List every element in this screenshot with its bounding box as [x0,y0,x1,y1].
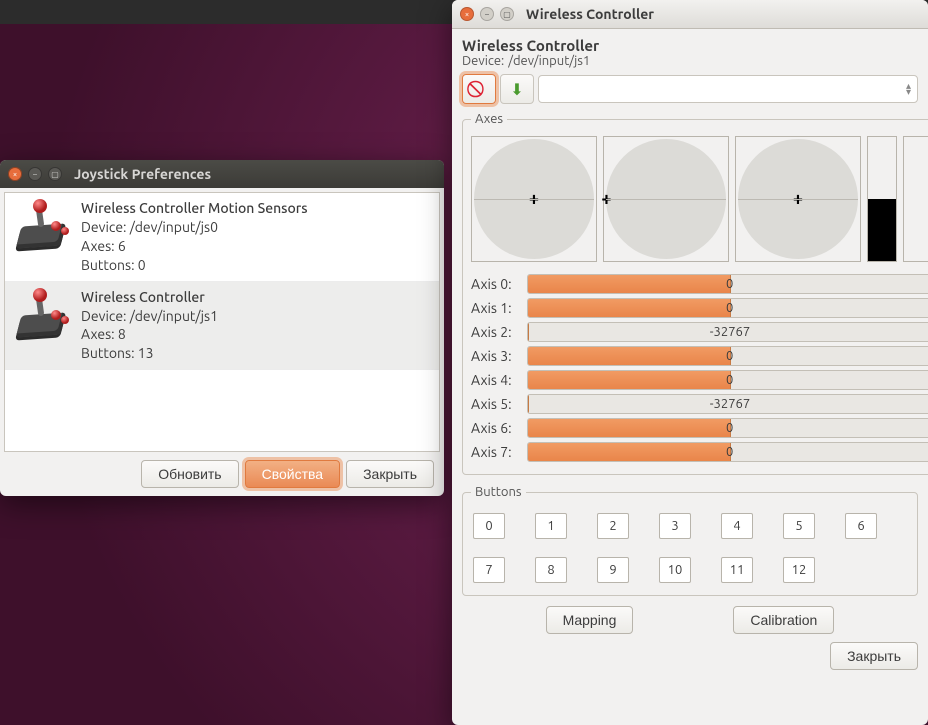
device-buttons: Buttons: 13 [81,344,218,363]
close-button[interactable]: Закрыть [830,642,918,670]
device-path: Device: /dev/input/js1 [81,307,218,326]
close-icon[interactable]: × [460,7,474,21]
window-title: Wireless Controller [526,6,654,22]
save-icon: ⬇ [510,80,523,99]
page-heading: Wireless Controller [462,37,918,54]
crosshair-icon: + [793,189,803,209]
axis-row: Axis 0: 0 [471,274,928,294]
trigger-bar [903,136,928,262]
axis-value: 0 [726,371,733,389]
reset-button[interactable]: ⃠ [462,74,496,104]
axis-label: Axis 4: [471,372,519,388]
axis-row: Axis 1: 0 [471,298,928,318]
button-indicator: 0 [473,513,505,539]
axis-value: -32767 [528,323,928,341]
device-row[interactable]: Wireless Controller Device: /dev/input/j… [5,282,439,371]
axis-label: Axis 6: [471,420,519,436]
mapping-button[interactable]: Mapping [546,606,634,634]
button-indicator: 2 [597,513,629,539]
chevron-updown-icon: ▴▾ [906,83,911,95]
axis-value: 0 [726,443,733,461]
crosshair-icon: + [529,189,539,209]
joystick-icon [13,199,73,253]
device-path: Device: /dev/input/js0 [81,218,308,237]
button-indicator: 1 [535,513,567,539]
axis-row: Axis 3: 0 [471,346,928,366]
button-indicator: 9 [597,557,629,583]
device-path-label: Device: [462,54,504,68]
trigger-bar [867,136,897,262]
window-wireless-controller: × – ▢ Wireless Controller Wireless Contr… [452,0,928,725]
axis-value: 0 [726,419,733,437]
axes-group: Axes + + + Axis 0: 0 Axis 1: 0 Axis 2: -32… [462,112,928,475]
device-row[interactable]: Wireless Controller Motion Sensors Devic… [5,193,439,282]
device-name: Wireless Controller Motion Sensors [81,199,308,218]
button-indicator: 10 [659,557,691,583]
device-path-value: /dev/input/js1 [508,54,590,68]
button-indicator: 12 [783,557,815,583]
joystick-icon [13,288,73,342]
device-buttons: Buttons: 0 [81,256,308,275]
axis-row: Axis 2: -32767 [471,322,928,342]
device-info: Wireless Controller Device: /dev/input/j… [81,288,218,364]
titlebar[interactable]: × – ▢ Wireless Controller [452,0,928,29]
axis-value: 0 [726,299,733,317]
properties-button[interactable]: Свойства [245,460,340,488]
axis-bar: 0 [527,418,928,438]
axis-label: Axis 2: [471,324,519,340]
buttons-group: Buttons 0123456789101112 [462,485,918,596]
axis-row: Axis 7: 0 [471,442,928,462]
button-indicator: 5 [783,513,815,539]
buttons-group-label: Buttons [471,485,526,499]
axis-bar: 0 [527,298,928,318]
axis-bar: -32767 [527,322,928,342]
window-title: Joystick Preferences [74,166,211,182]
axis-bar: 0 [527,442,928,462]
axis-value: 0 [726,347,733,365]
close-icon[interactable]: × [8,167,22,181]
button-indicator: 7 [473,557,505,583]
calibration-button[interactable]: Calibration [733,606,834,634]
device-name: Wireless Controller [81,288,218,307]
axis-bar: -32767 [527,394,928,414]
button-indicator: 8 [535,557,567,583]
axis-label: Axis 5: [471,396,519,412]
device-info: Wireless Controller Motion Sensors Devic… [81,199,308,275]
stick-visualizer: + [735,136,861,262]
axis-label: Axis 7: [471,444,519,460]
device-axes: Axes: 8 [81,325,218,344]
axis-value: -32767 [528,395,928,413]
button-indicator: 11 [721,557,753,583]
minimize-icon[interactable]: – [480,7,494,21]
axis-row: Axis 5: -32767 [471,394,928,414]
maximize-icon[interactable]: ▢ [48,167,62,181]
device-axes: Axes: 6 [81,237,308,256]
button-indicator: 4 [721,513,753,539]
axes-group-label: Axes [471,112,507,126]
axis-value: 0 [726,275,733,293]
minimize-icon[interactable]: – [28,167,42,181]
axis-row: Axis 6: 0 [471,418,928,438]
axis-bar: 0 [527,370,928,390]
close-button[interactable]: Закрыть [346,460,434,488]
crosshair-icon: + [601,189,611,209]
axis-label: Axis 1: [471,300,519,316]
device-list[interactable]: Wireless Controller Motion Sensors Devic… [4,192,440,452]
axis-label: Axis 0: [471,276,519,292]
titlebar[interactable]: × – ▢ Joystick Preferences [0,160,444,188]
save-profile-button[interactable]: ⬇ [500,74,534,104]
stick-visualizer: + [603,136,729,262]
stick-visualizer: + [471,136,597,262]
axis-bar: 0 [527,346,928,366]
button-indicator: 6 [845,513,877,539]
axis-label: Axis 3: [471,348,519,364]
button-indicator: 3 [659,513,691,539]
profile-combo[interactable]: ▴▾ [538,75,918,103]
maximize-icon[interactable]: ▢ [500,7,514,21]
axis-bar: 0 [527,274,928,294]
device-path: Device: /dev/input/js1 [462,54,918,68]
axis-row: Axis 4: 0 [471,370,928,390]
refresh-button[interactable]: Обновить [141,460,238,488]
window-joystick-preferences: × – ▢ Joystick Preferences Wireless Cont… [0,160,444,496]
